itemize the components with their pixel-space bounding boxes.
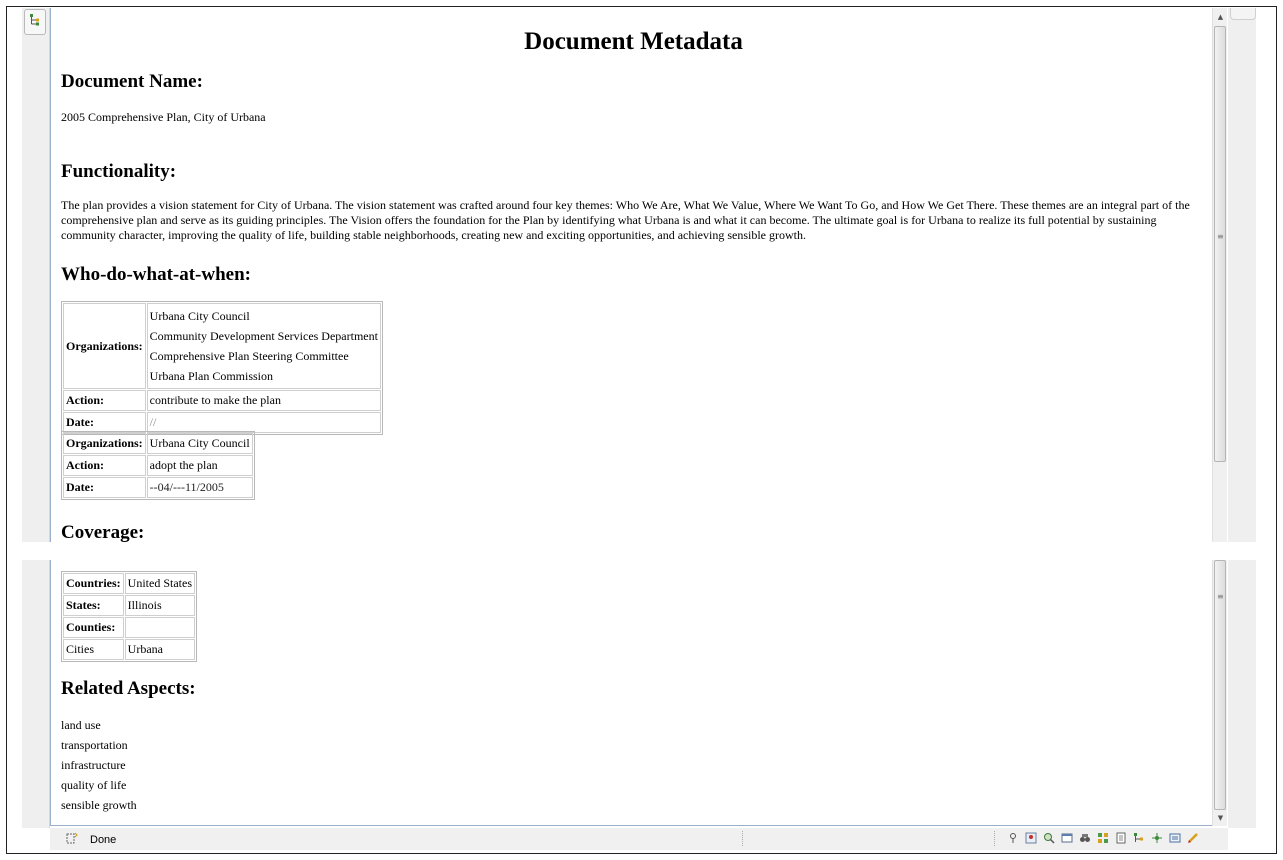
page-status-icon (66, 832, 78, 847)
organization-item: Urbana City Council (146, 433, 253, 454)
organization-item: Urbana City Council (149, 309, 250, 323)
grip-icon: ≡ (1217, 592, 1224, 601)
action-label: Action: (63, 455, 146, 476)
action-value: contribute to make the plan (146, 390, 381, 411)
document-icon[interactable] (1114, 831, 1128, 845)
view-split-gap (22, 542, 1256, 560)
status-text: Done (90, 834, 117, 846)
date-label: Date: (63, 477, 146, 498)
status-bar: Done (50, 828, 1228, 850)
status-separator (994, 831, 995, 846)
date-label: Date: (63, 412, 146, 433)
action-value: adopt the plan (146, 455, 253, 476)
status-separator (742, 831, 743, 846)
date-value: // (146, 412, 381, 433)
list-item: transportation (61, 738, 128, 752)
scrollbar-thumb[interactable]: ≡ (1214, 26, 1226, 462)
window-icon[interactable] (1060, 831, 1074, 845)
countries-label: Countries: (63, 573, 124, 594)
grip-icon: ≡ (1217, 232, 1224, 241)
counties-value (124, 617, 195, 638)
binoculars-icon[interactable] (1078, 831, 1092, 845)
grid-icon[interactable] (1096, 831, 1110, 845)
states-label: States: (63, 595, 124, 616)
map-marker-icon[interactable] (1024, 831, 1038, 845)
right-panel-tab[interactable] (1230, 8, 1256, 20)
date-value: --04/---11/2005 (146, 477, 253, 498)
bottom-vertical-scrollbar[interactable]: ≡ ▼ (1212, 560, 1227, 826)
network-icon[interactable] (1150, 831, 1164, 845)
who-table-2: Organizations: Urbana City Council Actio… (61, 431, 255, 500)
document-name-heading: Document Name: (61, 71, 203, 92)
note-icon[interactable] (1168, 831, 1182, 845)
scrollbar-thumb[interactable]: ≡ (1214, 560, 1226, 810)
who-do-what-heading: Who-do-what-at-when: (61, 264, 251, 285)
document-view-top: Document Metadata Document Name: 2005 Co… (50, 8, 1212, 542)
tree-toggle-button[interactable] (24, 9, 46, 35)
countries-value: United States (124, 573, 195, 594)
list-item: sensible growth (61, 798, 137, 812)
functionality-text: The plan provides a vision statement for… (61, 198, 1190, 242)
pin-icon[interactable] (1006, 831, 1020, 845)
action-label: Action: (63, 390, 146, 411)
organization-item: Community Development Services Departmen… (149, 329, 378, 343)
organizations-value: Urbana City Council Community Developmen… (146, 303, 381, 389)
pencil-icon[interactable] (1186, 831, 1200, 845)
document-name-value: 2005 Comprehensive Plan, City of Urbana (61, 110, 266, 124)
coverage-heading: Coverage: (61, 522, 145, 542)
list-item: infrastructure (61, 758, 126, 772)
who-table-1: Organizations: Urbana City Council Commu… (61, 301, 383, 435)
organizations-label: Organizations: (63, 303, 146, 389)
organizations-label: Organizations: (63, 433, 146, 454)
top-vertical-scrollbar[interactable]: ▲ ≡ (1212, 8, 1227, 542)
organization-item: Comprehensive Plan Steering Committee (149, 349, 349, 363)
related-aspects-heading: Related Aspects: (61, 678, 196, 699)
related-aspects-list: land use transportation infrastructure q… (61, 715, 137, 815)
page-title: Document Metadata (524, 28, 743, 55)
scroll-down-arrow-icon[interactable]: ▼ (1213, 811, 1228, 825)
status-toolbar (1006, 831, 1200, 847)
tree-icon (29, 13, 41, 32)
document-view-bottom: Countries: United States States: Illinoi… (50, 560, 1212, 826)
list-item: quality of life (61, 778, 127, 792)
globe-search-icon[interactable] (1042, 831, 1056, 845)
counties-label: Counties: (63, 617, 124, 638)
left-gutter (22, 8, 50, 828)
cities-value: Urbana (124, 639, 195, 660)
cities-label: Cities (63, 639, 124, 660)
functionality-heading: Functionality: (61, 161, 177, 182)
states-value: Illinois (124, 595, 195, 616)
scroll-up-arrow-icon[interactable]: ▲ (1213, 10, 1228, 24)
tree-icon[interactable] (1132, 831, 1146, 845)
list-item: land use (61, 718, 101, 732)
coverage-table: Countries: United States States: Illinoi… (61, 571, 197, 662)
right-gutter (1228, 8, 1256, 828)
organization-item: Urbana Plan Commission (149, 369, 273, 383)
